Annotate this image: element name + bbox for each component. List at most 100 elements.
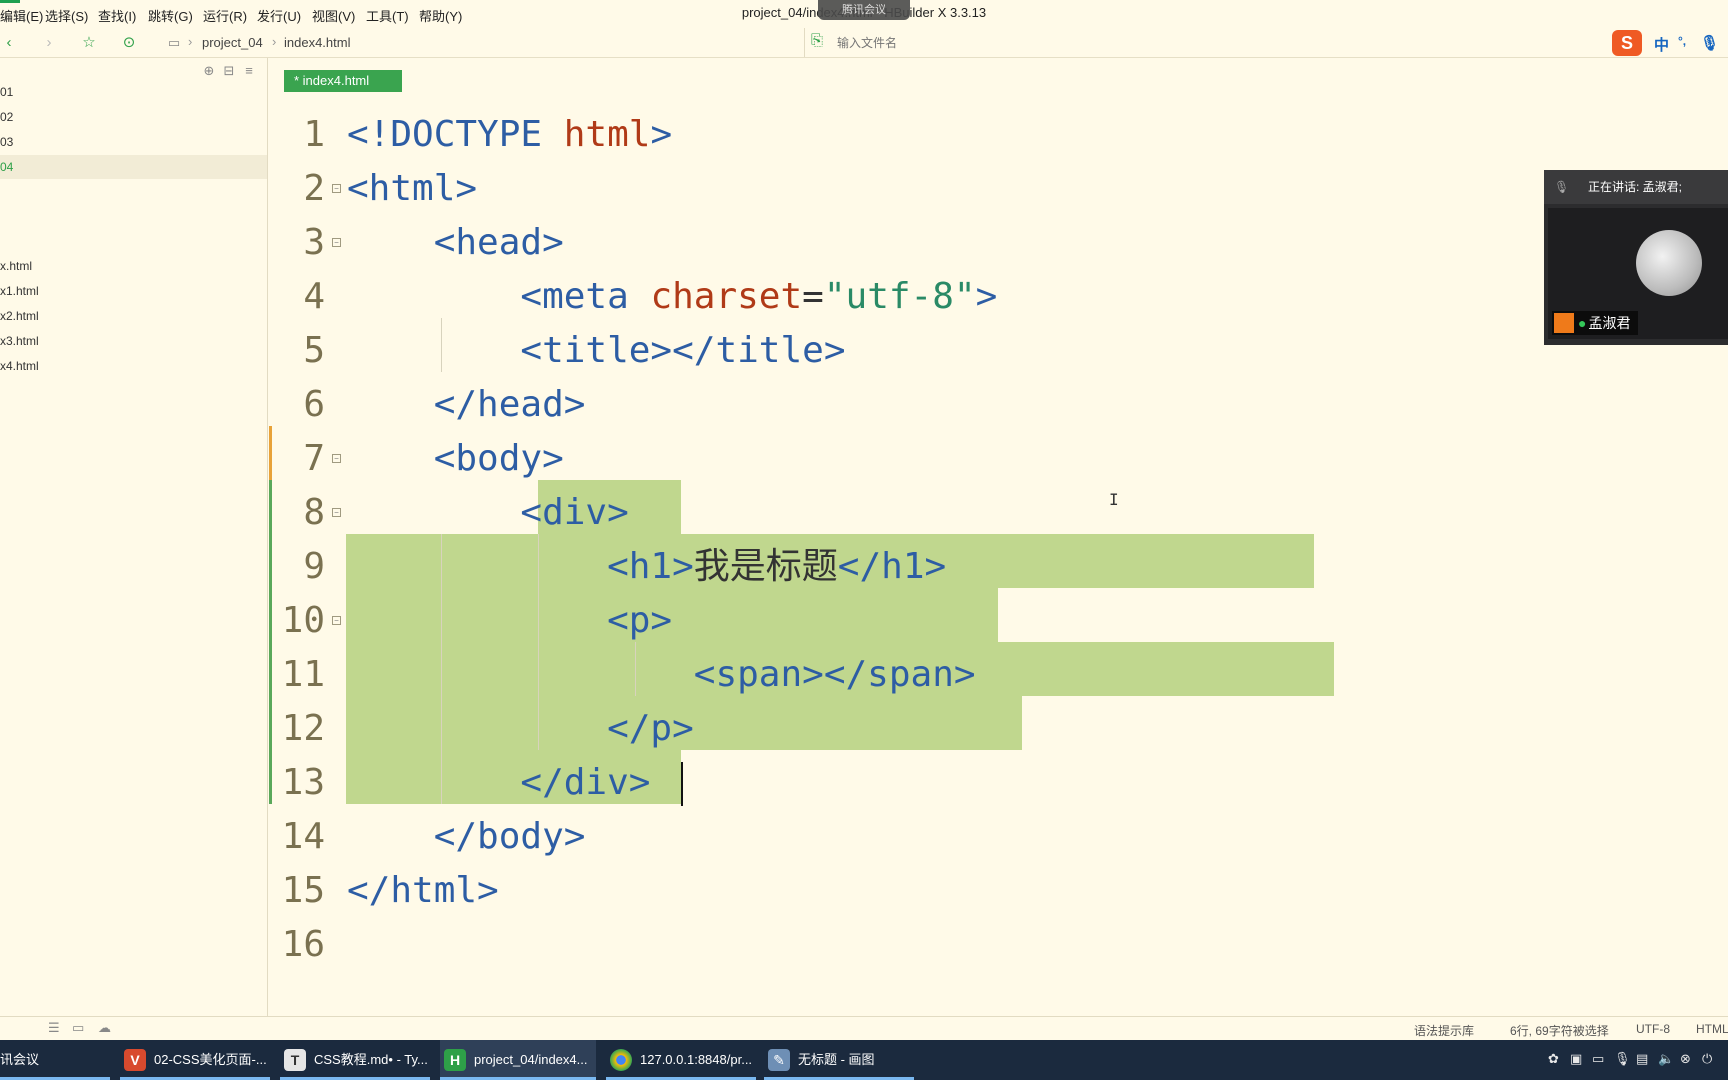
menu-icon[interactable]: ≡ — [239, 63, 259, 78]
code-line-11: 11 <span></span> — [269, 648, 1669, 702]
globe-icon — [1636, 230, 1702, 296]
locate-icon[interactable]: ⊕ — [199, 63, 219, 79]
tree-item-index4-html[interactable]: x4.html — [0, 354, 267, 378]
taskbar-item-typora-css[interactable]: V 02-CSS美化页面-... — [120, 1040, 270, 1080]
line-number: 4 — [303, 276, 325, 317]
fold-toggle-icon[interactable]: − — [332, 616, 341, 625]
taskbar-item-tencent-meeting[interactable]: 讯会议 — [0, 1040, 110, 1080]
code-line-7: 7 − <body> — [269, 432, 1669, 486]
taskbar-item-chrome[interactable]: 127.0.0.1:8848/pr... — [606, 1040, 756, 1080]
sogou-ime-icon[interactable]: S — [1612, 30, 1642, 56]
code-text: </html> — [347, 870, 499, 911]
syntax-hint-library[interactable]: 语法提示库 — [1414, 1022, 1474, 1039]
code-text: <body> — [347, 438, 564, 479]
line-number: 7 — [303, 438, 325, 479]
taskbar-item-typora[interactable]: T CSS教程.md• - Ty... — [280, 1040, 430, 1080]
screen-icon[interactable]: ▭ — [1592, 1051, 1604, 1067]
fold-toggle-icon[interactable]: − — [332, 454, 341, 463]
meeting-indicator[interactable]: 腾讯会议 — [818, 0, 910, 20]
tree-item-04[interactable]: 04 — [0, 155, 267, 179]
network-icon[interactable]: ▤ — [1636, 1051, 1648, 1067]
code-text: <head> — [347, 222, 564, 263]
fold-toggle-icon[interactable]: − — [332, 508, 341, 517]
meeting-video: ● 孟淑君 — [1548, 208, 1728, 339]
code-line-3: 3 − <head> — [269, 216, 1669, 270]
tree-item-index1-html[interactable]: x1.html — [0, 279, 267, 303]
line-number: 6 — [303, 384, 325, 425]
microphone-on-icon: ● — [1578, 315, 1587, 331]
tree-item-03[interactable]: 03 — [0, 130, 267, 154]
text-caret — [681, 762, 683, 806]
ime-language-toggle[interactable]: 中 — [1654, 34, 1669, 55]
line-number: 9 — [303, 546, 325, 587]
hbuilder-icon: H — [444, 1049, 466, 1071]
fold-toggle-icon[interactable]: − — [332, 184, 341, 193]
taskbar: 讯会议 V 02-CSS美化页面-... T CSS教程.md• - Ty... H… — [0, 1040, 1728, 1080]
star-icon[interactable]: ☆ — [80, 34, 98, 52]
code-area[interactable]: 1 <!DOCTYPE html> 2 − <html> 3 − <head> … — [269, 108, 1728, 1008]
line-number: 15 — [281, 870, 325, 911]
close-circle-icon[interactable]: ⊗ — [1680, 1051, 1691, 1067]
code-text: <span></span> — [347, 654, 976, 695]
code-text: </head> — [347, 384, 586, 425]
cloud-icon[interactable]: ☁ — [98, 1020, 111, 1036]
file-search-input[interactable] — [837, 34, 1397, 52]
meeting-user-tag: ● 孟淑君 — [1552, 311, 1639, 335]
code-text: <!DOCTYPE html> — [347, 114, 673, 155]
tree-item-index2-html[interactable]: x2.html — [0, 304, 267, 328]
paint-icon: ✎ — [768, 1049, 790, 1071]
chrome-icon — [610, 1049, 632, 1071]
power-icon[interactable]: ⏻ — [1702, 1051, 1712, 1067]
terminal-icon[interactable]: ▭ — [72, 1020, 84, 1036]
breadcrumb-file[interactable]: index4.html — [284, 35, 350, 50]
volume-icon[interactable]: 🔈 — [1658, 1051, 1674, 1067]
microphone-icon: 🎙 — [1554, 180, 1570, 194]
breadcrumb-separator-icon: › — [188, 34, 193, 49]
code-line-12: 12 </p> — [269, 702, 1669, 756]
taskbar-item-hbuilder[interactable]: Hproject_04/index4... — [440, 1040, 596, 1080]
code-text: </p> — [347, 708, 694, 749]
line-number: 2 — [303, 168, 325, 209]
outline-icon[interactable]: ☰ — [48, 1020, 60, 1036]
collapse-icon[interactable]: ⊟ — [219, 63, 239, 79]
code-text: </body> — [347, 816, 586, 857]
encoding[interactable]: UTF-8 — [1636, 1022, 1670, 1036]
menu-bar: 编辑(E) 选择(S) 查找(I) 跳转(G) 运行(R) 发行(U) 视图(V… — [0, 0, 1728, 28]
speaking-label: 正在讲话: 孟淑君; — [1588, 180, 1683, 194]
run-icon[interactable]: ⊙ — [120, 34, 138, 52]
microphone-icon[interactable]: 🎙 — [1700, 34, 1719, 52]
cursor-position[interactable]: 6行, 69字符被选择 — [1510, 1022, 1609, 1039]
code-text: <title></title> — [347, 330, 846, 371]
line-number: 11 — [281, 654, 325, 695]
microphone-icon[interactable]: 🎙 — [1614, 1051, 1631, 1067]
line-number: 16 — [281, 924, 325, 965]
tab-index4-html[interactable]: * index4.html — [284, 70, 402, 92]
breadcrumb-separator-icon: › — [272, 34, 277, 49]
tree-item-index-html[interactable]: x.html — [0, 254, 267, 278]
code-editor[interactable]: * index4.html 1 <!DOCTYPE html> 2 − <htm… — [269, 58, 1728, 1016]
code-line-5: 5 <title></title> — [269, 324, 1669, 378]
code-line-2: 2 − <html> — [269, 162, 1669, 216]
forward-icon[interactable]: › — [40, 34, 58, 52]
line-number: 8 — [303, 492, 325, 533]
ime-punct-toggle[interactable]: °, — [1678, 34, 1686, 48]
tree-item-01[interactable]: 01 — [0, 80, 267, 104]
tree-item-index3-html[interactable]: x3.html — [0, 329, 267, 353]
taskbar-item-paint[interactable]: ✎ 无标题 - 画图 — [764, 1040, 914, 1080]
line-number: 13 — [281, 762, 325, 803]
explorer-tools: ⊕ ⊟ ≡ — [199, 62, 259, 82]
meeting-speaker-panel[interactable]: 🎙 正在讲话: 孟淑君; ● 孟淑君 — [1544, 170, 1728, 345]
code-text: <h1>我是标题</h1> — [347, 546, 947, 587]
flower-icon[interactable]: ✿ — [1548, 1051, 1559, 1067]
line-number: 12 — [281, 708, 325, 749]
chart-icon[interactable]: ▣ — [1570, 1051, 1582, 1067]
back-icon[interactable]: ‹ — [0, 34, 18, 52]
language-mode[interactable]: HTML — [1696, 1022, 1728, 1036]
code-line-4: 4 <meta charset="utf-8"> — [269, 270, 1669, 324]
file-search: ⎘ — [804, 28, 1444, 57]
fold-toggle-icon[interactable]: − — [332, 238, 341, 247]
meeting-panel-header: 🎙 正在讲话: 孟淑君; — [1544, 170, 1728, 204]
breadcrumb-project[interactable]: project_04 — [202, 35, 263, 50]
tree-item-02[interactable]: 02 — [0, 105, 267, 129]
code-text: <div> — [347, 492, 629, 533]
